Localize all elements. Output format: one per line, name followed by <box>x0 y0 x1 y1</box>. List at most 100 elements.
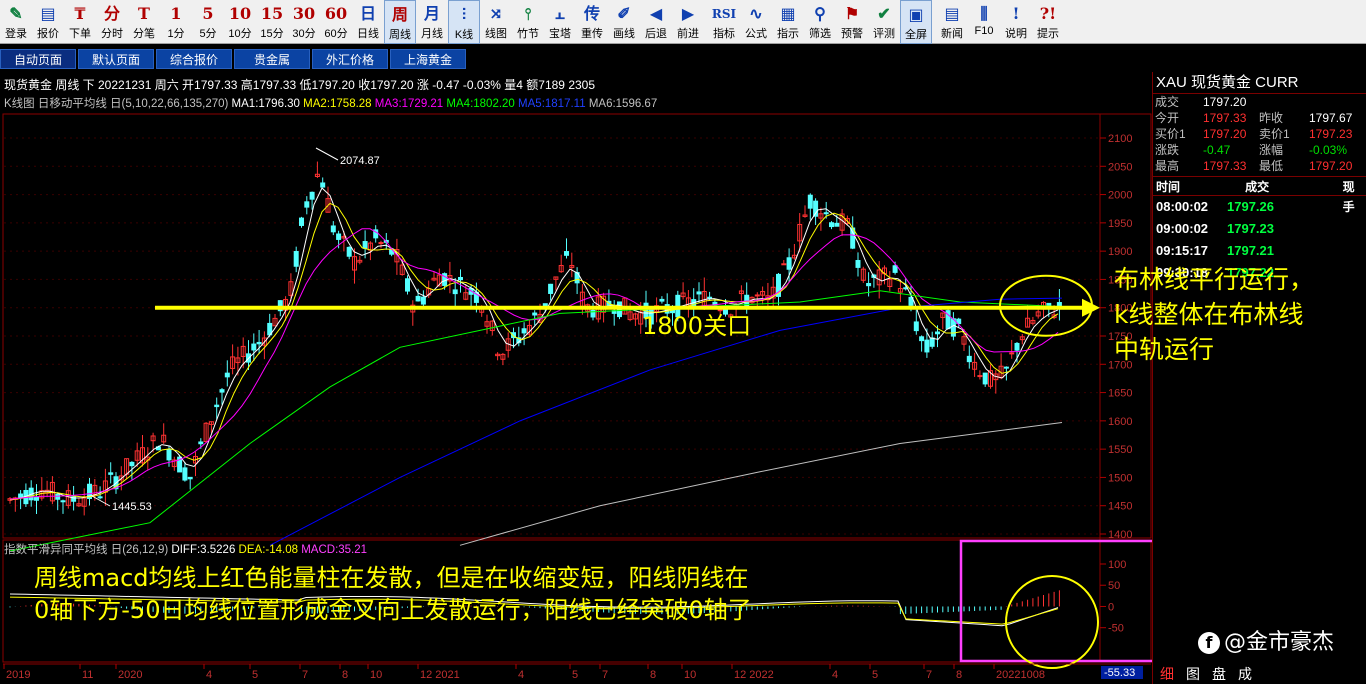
candle-body <box>293 251 299 267</box>
back-button[interactable]: ◀ 后退 <box>640 0 672 44</box>
tab-0[interactable]: 自动页面 <box>0 49 76 69</box>
indicator-button[interactable]: RSI 指标 <box>708 0 740 44</box>
m60-button[interactable]: 60 60分 <box>320 0 352 44</box>
order-icon: ₸ <box>74 4 86 23</box>
quote-row: 今开 1797.33 昨收 1797.67 <box>1153 110 1366 126</box>
login-button[interactable]: ✎ 登录 <box>0 0 32 44</box>
tick-price: 1797.23 <box>1227 221 1274 236</box>
main-pane-frame <box>2 113 1152 539</box>
daily-button[interactable]: 日日线 <box>352 0 384 44</box>
alert-button[interactable]: ⚑ 预警 <box>836 0 868 44</box>
candle-body <box>929 337 935 347</box>
bollinger-annotation: 布林线平行运行， k线整体在布林线 中轨运行 <box>1114 262 1314 367</box>
filter-label: 筛选 <box>809 28 831 40</box>
annotation-line: 布林线平行运行， <box>1114 265 1315 294</box>
candle-body <box>214 404 220 408</box>
candle-body <box>346 246 352 257</box>
order-label: 下单 <box>69 28 91 40</box>
candle-body <box>950 318 956 337</box>
f10-button[interactable]: ⫼ F10 <box>968 0 1000 44</box>
drawline-label: 画线 <box>613 28 635 40</box>
candle-body <box>532 312 538 316</box>
macd-tick-label: -50 <box>1108 623 1124 635</box>
monthly-button[interactable]: 月月线 <box>416 0 448 44</box>
bottom-tab-detail[interactable]: 细 <box>1160 667 1174 683</box>
annotation-line: 周线macd均线上红色能量柱在发散，但是在收缩变短，阳线阴线在 <box>34 564 749 592</box>
tab-4[interactable]: 外汇价格 <box>312 49 388 69</box>
daily-icon: 日 <box>359 4 376 23</box>
linechart-button[interactable]: ⤨ 线图 <box>480 0 512 44</box>
bottom-tab-chart[interactable]: 图 <box>1186 667 1200 683</box>
quote-label: 卖价1 <box>1259 127 1290 141</box>
timeshare-button[interactable]: 分分时 <box>96 0 128 44</box>
m10-label: 10分 <box>228 28 252 40</box>
guide-label: 指示 <box>777 28 799 40</box>
macd-tick-label: 0 <box>1108 601 1114 613</box>
m15-button[interactable]: 15 15分 <box>256 0 288 44</box>
annotation-line: 0轴下方-50日均线位置形成金叉向上发散运行，阳线已经突破0轴了 <box>34 596 752 624</box>
candle-body <box>299 217 304 226</box>
m1-label: 1分 <box>167 28 185 40</box>
m1-button[interactable]: 1 1分 <box>160 0 192 44</box>
quote-label: 涨跌 <box>1155 143 1180 157</box>
quote-label: 涨幅 <box>1259 143 1284 157</box>
m30-button[interactable]: 30 30分 <box>288 0 320 44</box>
news-button[interactable]: ▤ 新闻 <box>936 0 968 44</box>
price-tick-label: 1450 <box>1108 501 1132 513</box>
candle-body <box>564 251 569 256</box>
tick-button[interactable]: T 分笔 <box>128 0 160 44</box>
tab-1[interactable]: 默认页面 <box>78 49 154 69</box>
redraw-button[interactable]: 传重传 <box>576 0 608 44</box>
m10-button[interactable]: 10 10分 <box>224 0 256 44</box>
quote-button[interactable]: ▤ 报价 <box>32 0 64 44</box>
evaluate-button[interactable]: ✔ 评测 <box>868 0 900 44</box>
timeshare-label: 分时 <box>101 28 123 40</box>
bamboo-icon: ⫯ <box>524 4 532 23</box>
quote-value: -0.47 <box>1203 143 1231 157</box>
candle-body <box>198 441 204 445</box>
formula-button[interactable]: ∿ 公式 <box>740 0 772 44</box>
bamboo-button[interactable]: ⫯ 竹节 <box>512 0 544 44</box>
quote-row: 最高 1797.33 最低 1797.20 <box>1153 158 1366 174</box>
date-tick-label: 10 <box>684 669 696 681</box>
m5-button[interactable]: 5 5分 <box>192 0 224 44</box>
candle-body <box>807 194 813 209</box>
indicator-icon: RSI <box>711 7 737 21</box>
quote-value: 1797.33 <box>1203 159 1247 173</box>
candle-body <box>977 375 983 378</box>
tick-label: 分笔 <box>133 28 155 40</box>
tower-button[interactable]: ⫠ 宝塔 <box>544 0 576 44</box>
tab-5[interactable]: 上海黄金 <box>390 49 466 69</box>
price-tick-label: 2100 <box>1108 133 1132 145</box>
help-button[interactable]: ! 说明 <box>1000 0 1032 44</box>
date-tick-label: 2019 <box>6 669 30 681</box>
guide-button[interactable]: ▦ 指示 <box>772 0 804 44</box>
price-tick-label: 2000 <box>1108 190 1132 202</box>
bottom-tab-deals[interactable]: 成 <box>1238 667 1252 683</box>
kline-icon: ⫶ <box>461 5 466 24</box>
candle-body <box>129 461 135 467</box>
tab-2[interactable]: 综合报价 <box>156 49 232 69</box>
drawline-button[interactable]: ✐ 画线 <box>608 0 640 44</box>
alert-label: 预警 <box>841 28 863 40</box>
forward-button[interactable]: ▶ 前进 <box>672 0 704 44</box>
quote-panel-title: XAU 现货黄金 CURR <box>1153 72 1366 94</box>
kline-button[interactable]: ⫶ K线 <box>448 0 480 44</box>
quote-row: 涨跌 -0.47 涨幅 -0.03% <box>1153 142 1366 158</box>
hint-button[interactable]: ?! 提示 <box>1032 0 1064 44</box>
f10-label: F10 <box>974 25 994 37</box>
indicator-label: 指标 <box>713 28 735 40</box>
candle-body <box>251 343 257 351</box>
date-tick-label: 2020 <box>118 669 142 681</box>
fullscreen-button[interactable]: ▣ 全屏 <box>900 0 932 44</box>
candle-body <box>892 265 898 273</box>
weekly-label: 周线 <box>389 29 411 41</box>
weekly-button[interactable]: 周周线 <box>384 0 416 44</box>
news-icon: ▤ <box>944 4 960 23</box>
filter-button[interactable]: ⚲ 筛选 <box>804 0 836 44</box>
m5-label: 5分 <box>199 28 217 40</box>
quote-value: 1797.20 <box>1309 159 1353 173</box>
tab-3[interactable]: 贵金属 <box>234 49 310 69</box>
bottom-tab-board[interactable]: 盘 <box>1212 667 1226 683</box>
order-button[interactable]: ₸ 下单 <box>64 0 96 44</box>
